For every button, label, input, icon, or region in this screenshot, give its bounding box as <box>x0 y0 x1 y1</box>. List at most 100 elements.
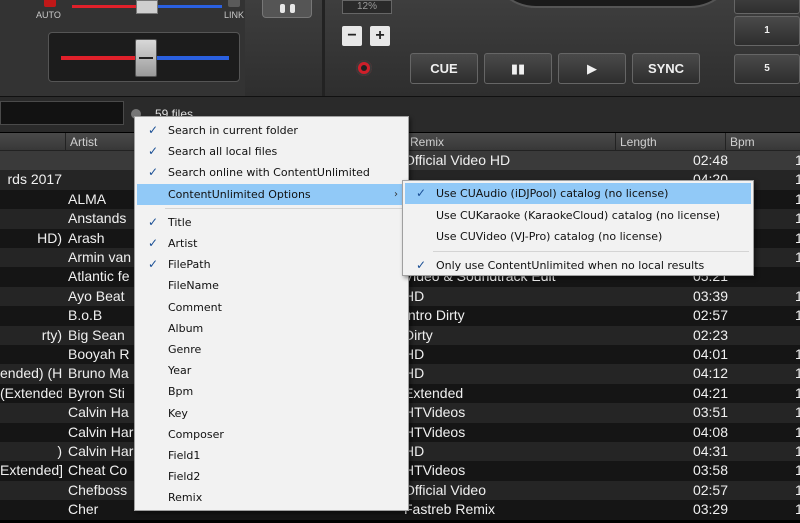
crossfader-right-track <box>153 56 229 60</box>
row-remix-cell: HTVideos <box>404 462 466 479</box>
row-bpm-cell: 1 <box>795 462 800 479</box>
column-header-length[interactable]: Length <box>615 133 725 151</box>
dj-app-window: AUTO LINK 12% − + CUE ▮▮ ▶ SYNC 1 5 59 f… <box>0 0 800 523</box>
left-deck-level <box>72 5 136 8</box>
menu-item[interactable]: Title ✓ <box>137 212 406 233</box>
row-artist-cell: Bruno Ma <box>68 365 129 382</box>
menu-item[interactable]: Remix <box>137 487 406 508</box>
row-remix-cell: HD <box>404 346 425 362</box>
check-icon: ✓ <box>147 144 159 159</box>
row-remix-cell: Official Video <box>404 481 486 498</box>
contentunlimited-options-submenu: Use CUAudio (iDJPool) catalog (no licens… <box>402 180 754 276</box>
row-remix-cell: Intro Dirty <box>404 307 465 324</box>
menu-item[interactable]: Genre <box>137 339 406 360</box>
row-artist-cell: Atlantic fe <box>68 268 130 285</box>
submenu-item[interactable]: Use CUVideo (VJ-Pro) catalog (no license… <box>405 226 751 247</box>
row-length-cell: 04:12 <box>692 365 728 382</box>
volume-crossfader-top[interactable] <box>72 0 222 14</box>
row-artist-cell: Big Sean <box>68 326 125 343</box>
link-label: LINK <box>224 10 245 20</box>
submenu-item-label: Use CUVideo (VJ-Pro) catalog (no license… <box>436 230 663 243</box>
jog-wheel[interactable] <box>488 0 738 8</box>
pitch-plus-button[interactable]: + <box>370 26 390 46</box>
search-input[interactable] <box>0 101 124 125</box>
record-icon[interactable] <box>356 60 372 76</box>
side-pad-top[interactable] <box>734 0 800 14</box>
crossfader-top-knob[interactable] <box>136 0 158 14</box>
check-icon: ✓ <box>147 123 159 137</box>
menu-item[interactable]: Field2 <box>137 466 406 487</box>
row-bpm-cell: 1 <box>795 501 800 518</box>
row-remix-cell: HD <box>404 287 425 304</box>
headphones-button[interactable] <box>262 0 312 18</box>
auto-led[interactable] <box>44 0 56 7</box>
menu-item[interactable]: Search all local files ✓ <box>137 141 406 162</box>
pad-5-button[interactable]: 5 <box>734 54 800 84</box>
submenu-item[interactable]: Use CUKaraoke (KaraokeCloud) catalog (no… <box>405 205 751 226</box>
row-bpm-cell: 1 <box>795 481 800 498</box>
row-artist-cell: B.o.B <box>68 307 103 324</box>
chevron-right-icon: › <box>394 188 398 200</box>
sync-button[interactable]: SYNC <box>632 53 700 84</box>
menu-item-label: Bpm <box>168 385 194 399</box>
row-bpm-cell: 1 <box>795 346 800 362</box>
menu-item[interactable]: Composer <box>137 424 406 445</box>
row-bpm-cell: 1 <box>795 190 800 207</box>
check-icon: ✓ <box>147 257 159 272</box>
menu-item[interactable]: Artist ✓ <box>137 233 406 254</box>
menu-item[interactable]: Search online with ContentUnlimited ✓ <box>137 162 406 183</box>
submenu-item-label: Use CUKaraoke (KaraokeCloud) catalog (no… <box>436 208 721 222</box>
row-length-cell: 03:51 <box>692 404 728 421</box>
auto-label: AUTO <box>36 10 61 20</box>
column-header-title[interactable] <box>0 133 65 151</box>
crossfader[interactable] <box>48 32 240 82</box>
menu-item[interactable]: Year <box>137 360 406 381</box>
crossfader-knob[interactable] <box>135 39 157 77</box>
menu-item[interactable]: Field1 <box>137 445 406 466</box>
pad-1-button[interactable]: 1 <box>734 16 800 46</box>
menu-item[interactable]: Key <box>137 403 406 424</box>
right-deck-level <box>158 5 222 8</box>
submenu-item[interactable]: Only use ContentUnlimited when no local … <box>405 255 751 276</box>
row-length-cell: 04:08 <box>692 423 728 440</box>
pitch-minus-button[interactable]: − <box>342 26 362 46</box>
menu-item-contentunlimited-options[interactable]: ContentUnlimited Options › <box>137 183 406 205</box>
menu-item-label: Title <box>168 215 192 229</box>
menu-separator <box>165 207 404 209</box>
link-led[interactable] <box>228 0 240 7</box>
menu-item-label: Remix <box>168 491 203 505</box>
menu-item[interactable]: Comment <box>137 297 406 318</box>
check-icon: ✓ <box>415 257 427 272</box>
check-icon: ✓ <box>147 214 159 229</box>
menu-item[interactable]: FilePath ✓ <box>137 254 406 275</box>
row-remix-cell: HTVideos <box>404 423 466 440</box>
menu-item-label: Field2 <box>168 470 201 484</box>
cue-button[interactable]: CUE <box>410 53 478 84</box>
pause-button[interactable]: ▮▮ <box>484 53 552 84</box>
pitch-range-label[interactable]: 12% <box>342 0 392 14</box>
row-artist-cell: Armin van <box>68 249 132 265</box>
column-header-remix[interactable]: Remix <box>405 133 615 151</box>
menu-item[interactable]: FileName <box>137 275 406 296</box>
row-bpm-cell: 1 <box>795 210 800 227</box>
row-remix-cell: HD <box>404 365 425 382</box>
row-title-cell: (Extended) <box>0 384 62 401</box>
deck-divider <box>322 0 325 96</box>
row-length-cell: 04:01 <box>692 346 728 362</box>
menu-item[interactable]: Search in current folder ✓ <box>137 120 406 141</box>
row-title-cell: HD) <box>37 229 62 246</box>
play-button[interactable]: ▶ <box>558 53 626 84</box>
menu-item[interactable]: Album <box>137 318 406 339</box>
row-title-cell: rty) <box>41 326 62 343</box>
row-bpm-cell: 1 <box>795 365 800 382</box>
menu-separator <box>433 250 749 252</box>
menu-item-label: ContentUnlimited Options <box>168 187 311 201</box>
row-title-cell: rds 2017 <box>7 171 62 188</box>
column-header-bpm[interactable]: Bpm <box>725 133 800 151</box>
menu-item-label: Search all local files <box>168 145 278 159</box>
submenu-item[interactable]: Use CUAudio (iDJPool) catalog (no licens… <box>405 183 751 204</box>
menu-item[interactable]: Bpm <box>137 381 406 402</box>
row-remix-cell: HTVideos <box>404 404 466 421</box>
menu-item-label: Field1 <box>168 449 201 462</box>
menu-item-label: Search online with ContentUnlimited <box>168 166 370 180</box>
